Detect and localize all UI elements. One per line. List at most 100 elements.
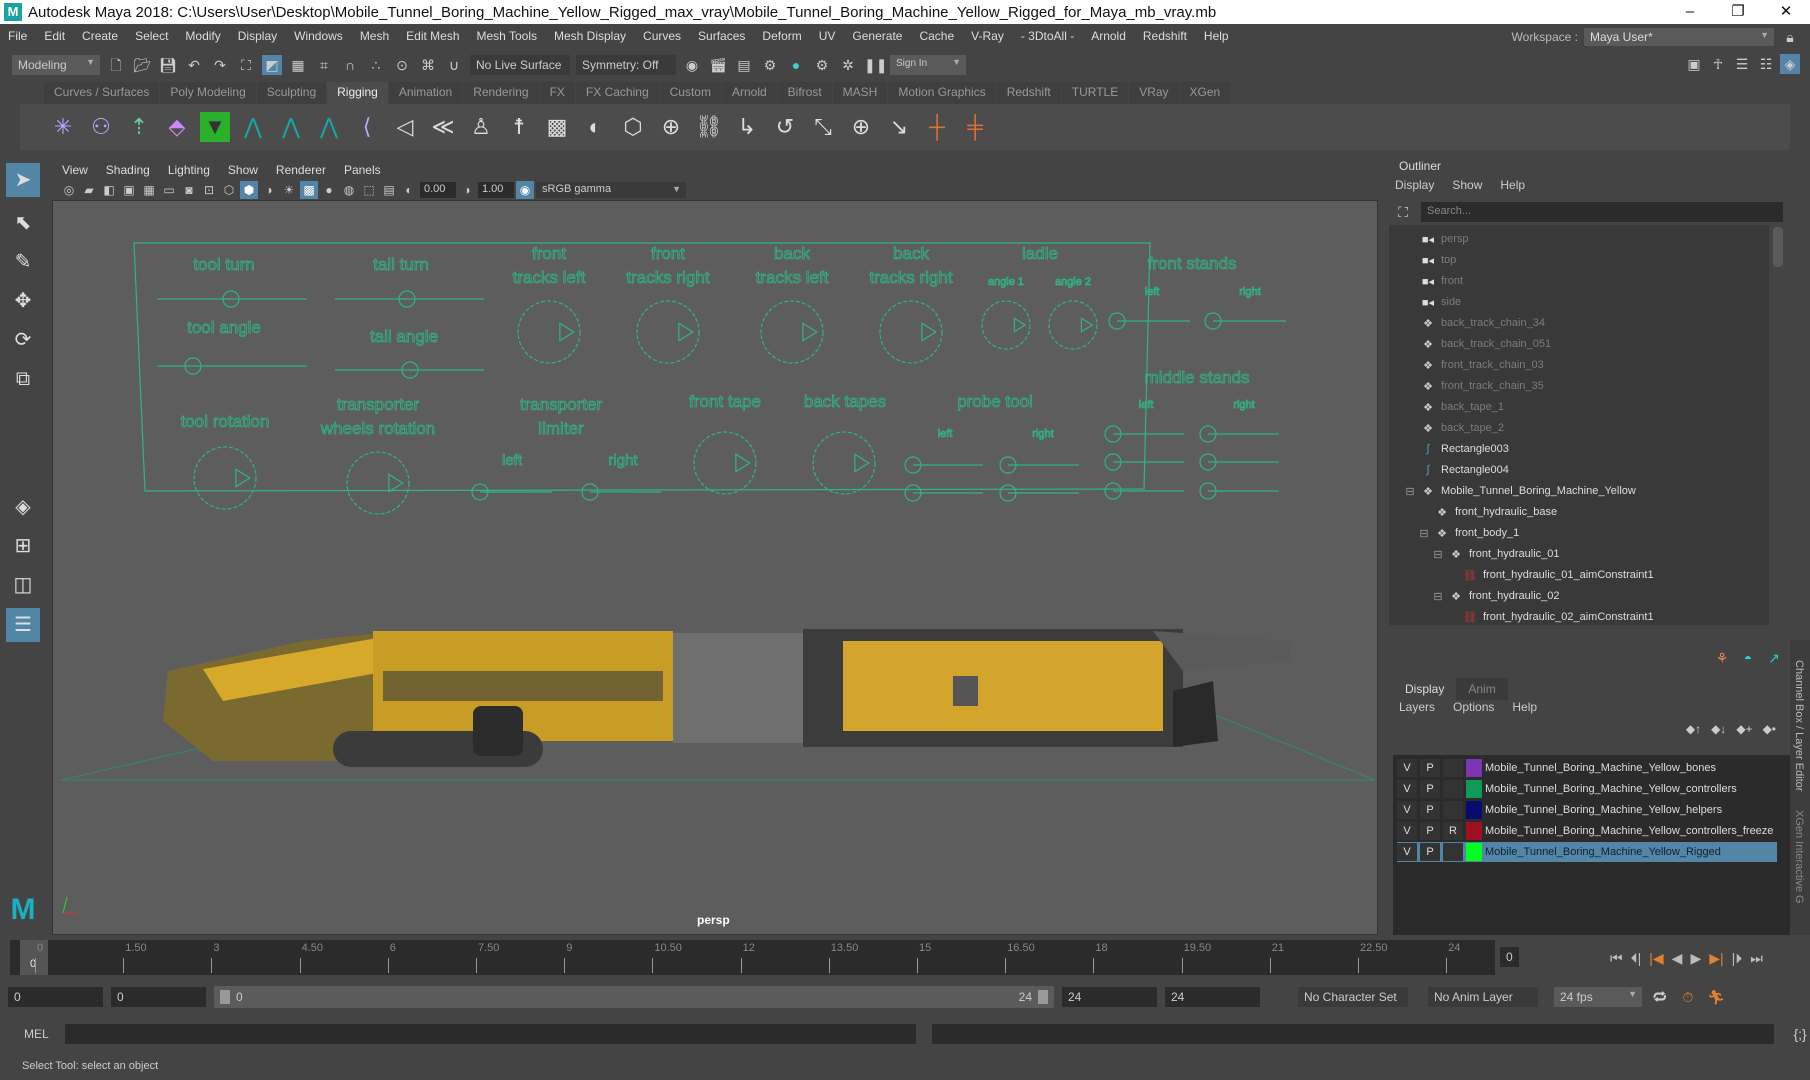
outliner-item[interactable]: ∫ Rectangle004 bbox=[1419, 460, 1508, 480]
time-slider[interactable]: 0 0 1.50 3 4.50 6 7.50 9 10.50 12 13.50 15 16.50 18 1… bbox=[10, 940, 1495, 975]
go-to-start-icon[interactable]: ⏮ bbox=[1610, 950, 1623, 967]
bookmark-icon[interactable]: ◧ bbox=[100, 181, 118, 199]
outliner-layout-icon[interactable]: ☰ bbox=[6, 608, 40, 642]
outliner-item[interactable]: ⊟ ❖ Mobile_Tunnel_Boring_Machine_Yellow bbox=[1405, 481, 1635, 501]
resolution-gate-icon[interactable]: ◙ bbox=[180, 181, 198, 199]
aim-constraint-icon[interactable]: ⊕ bbox=[846, 112, 876, 142]
rotation-dial-control[interactable] bbox=[346, 451, 410, 515]
current-frame-field[interactable]: 0 bbox=[1500, 947, 1519, 967]
scene-start-field[interactable]: 0 bbox=[8, 987, 103, 1007]
snap-surface-icon[interactable]: ⌘ bbox=[418, 55, 438, 75]
range-end-handle[interactable] bbox=[1038, 990, 1048, 1004]
humanik-icon[interactable]: ♙ bbox=[466, 112, 496, 142]
light-editor-icon[interactable]: ✲ bbox=[838, 55, 858, 75]
mel-input[interactable] bbox=[64, 1024, 917, 1044]
lock-icon[interactable]: 🔒︎ bbox=[1780, 27, 1800, 47]
gamma-field[interactable]: 1.00 bbox=[478, 182, 514, 198]
shelf-tab-fx[interactable]: FX bbox=[539, 82, 575, 104]
layer-color-swatch[interactable] bbox=[1466, 759, 1482, 777]
playback-toggle[interactable]: P bbox=[1420, 780, 1440, 798]
rotation-dial-control[interactable] bbox=[879, 300, 943, 364]
layer-menu-help[interactable]: Help bbox=[1512, 700, 1537, 714]
layer-tab-anim[interactable]: Anim bbox=[1456, 678, 1508, 700]
outliner-item[interactable]: ■◂ persp bbox=[1419, 229, 1469, 249]
outliner-menu-help[interactable]: Help bbox=[1500, 178, 1525, 192]
xgen-interactive-tab[interactable]: XGen Interactive G bbox=[1793, 810, 1805, 904]
channel-box-layer-editor-tab[interactable]: Channel Box / Layer Editor bbox=[1793, 660, 1805, 791]
layer-color-swatch[interactable] bbox=[1466, 822, 1482, 840]
menu-file[interactable]: File bbox=[8, 29, 27, 43]
grid-icon[interactable]: ▦ bbox=[140, 181, 158, 199]
ik-spline-icon[interactable]: ⟨ bbox=[352, 112, 382, 142]
snap-point-icon[interactable]: ∴ bbox=[366, 55, 386, 75]
layer-menu-layers[interactable]: Layers bbox=[1399, 700, 1435, 714]
channel-box-icon[interactable]: ◈ bbox=[1780, 54, 1800, 74]
outliner-item[interactable]: ⛓ front_hydraulic_01_aimConstraint1 bbox=[1461, 565, 1654, 585]
animation-preferences-icon[interactable]: 🏃︎ bbox=[1706, 987, 1726, 1007]
fps-dropdown[interactable]: 24 fps bbox=[1554, 987, 1642, 1007]
anim-layer-dropdown[interactable]: No Anim Layer bbox=[1428, 987, 1538, 1007]
shelf-tab-arnold[interactable]: Arnold bbox=[721, 82, 777, 104]
outliner-item[interactable]: ⊟ ❖ front_hydraulic_01 bbox=[1433, 544, 1559, 564]
select-component-icon[interactable]: ▦ bbox=[288, 55, 308, 75]
menu-set-dropdown[interactable]: Modeling bbox=[12, 55, 100, 75]
snap-curve-icon[interactable]: ∩ bbox=[340, 55, 360, 75]
playback-toggle[interactable]: P bbox=[1420, 843, 1440, 861]
step-forward-icon[interactable]: |⏵ bbox=[1732, 950, 1743, 967]
xray-icon[interactable]: ▩ bbox=[300, 181, 318, 199]
point-constraint-icon[interactable]: ↳ bbox=[732, 112, 762, 142]
menu-generate[interactable]: Generate bbox=[852, 29, 902, 43]
tool-settings-toggle-icon[interactable]: ↗ bbox=[1764, 648, 1784, 668]
outliner-item[interactable]: ❖ front_track_chain_35 bbox=[1419, 376, 1544, 396]
menu-v-ray[interactable]: V-Ray bbox=[971, 29, 1004, 43]
shelf-tab-fx-caching[interactable]: FX Caching bbox=[575, 82, 659, 104]
visibility-toggle[interactable]: V bbox=[1397, 843, 1417, 861]
outliner-item[interactable]: ❖ back_track_chain_34 bbox=[1419, 313, 1545, 333]
outliner-item[interactable]: ❖ back_track_chain_051 bbox=[1419, 334, 1551, 354]
menu-mesh-display[interactable]: Mesh Display bbox=[554, 29, 626, 43]
menu-surfaces[interactable]: Surfaces bbox=[698, 29, 745, 43]
shelf-tab-poly-modeling[interactable]: Poly Modeling bbox=[160, 82, 256, 104]
menu-help[interactable]: Help bbox=[1204, 29, 1229, 43]
display-type-toggle[interactable] bbox=[1443, 780, 1463, 798]
display-type-toggle[interactable] bbox=[1443, 843, 1463, 861]
rotation-dial-control[interactable] bbox=[636, 300, 700, 364]
viewport-menu-view[interactable]: View bbox=[62, 163, 88, 177]
orient-joint-icon[interactable]: ≪ bbox=[428, 112, 458, 142]
character-set-dropdown[interactable]: No Character Set bbox=[1298, 987, 1408, 1007]
wrap-icon[interactable]: ⋀ bbox=[314, 112, 344, 142]
outliner-search-input[interactable]: Search... bbox=[1421, 202, 1783, 222]
undo-icon[interactable]: ↶ bbox=[184, 55, 204, 75]
snap-magnet-icon[interactable]: ∪ bbox=[444, 55, 464, 75]
modeling-toolkit-icon[interactable]: ▣ bbox=[1684, 54, 1704, 74]
rotation-dial-control[interactable] bbox=[1048, 300, 1098, 350]
custom-tool-2-icon[interactable]: ╪ bbox=[960, 112, 990, 142]
ik-handle-icon[interactable]: ⇡ bbox=[124, 112, 154, 142]
visibility-toggle[interactable]: V bbox=[1397, 822, 1417, 840]
parent-constraint-icon[interactable]: ⛓ bbox=[694, 112, 724, 142]
menu-curves[interactable]: Curves bbox=[643, 29, 681, 43]
rotation-dial-control[interactable] bbox=[193, 446, 257, 510]
select-camera-icon[interactable]: ◎ bbox=[60, 181, 78, 199]
viewport-menu-lighting[interactable]: Lighting bbox=[168, 163, 210, 177]
joint-tool-icon[interactable]: ✳ bbox=[48, 112, 78, 142]
snap-view-icon[interactable]: ⊙ bbox=[392, 55, 412, 75]
menu-mesh-tools[interactable]: Mesh Tools bbox=[477, 29, 537, 43]
outliner-item[interactable]: ⊟ ❖ front_body_1 bbox=[1419, 523, 1519, 543]
menu-windows[interactable]: Windows bbox=[294, 29, 343, 43]
layer-color-swatch[interactable] bbox=[1466, 801, 1482, 819]
shelf-tab-bifrost[interactable]: Bifrost bbox=[777, 82, 832, 104]
blendshape-icon[interactable]: ⋀ bbox=[238, 112, 268, 142]
layer-row[interactable]: V P Mobile_Tunnel_Boring_Machine_Yellow_Ri… bbox=[1397, 842, 1777, 862]
safe-action-icon[interactable]: ⊡ bbox=[200, 181, 218, 199]
display-type-toggle[interactable] bbox=[1443, 801, 1463, 819]
collapse-toggle-icon[interactable]: ⊟ bbox=[1429, 590, 1447, 603]
outliner-item[interactable]: ■◂ top bbox=[1419, 250, 1456, 270]
shelf-tab-vray[interactable]: VRay bbox=[1129, 82, 1179, 104]
paint-weights-icon[interactable]: ▩ bbox=[542, 112, 572, 142]
close-button[interactable]: ✕ bbox=[1762, 0, 1810, 24]
collapse-toggle-icon[interactable]: ⊟ bbox=[1415, 527, 1433, 540]
select-tool-icon[interactable]: ➤ bbox=[6, 163, 40, 197]
color-space-dropdown[interactable]: sRGB gamma bbox=[536, 182, 686, 198]
script-editor-icon[interactable]: {;} bbox=[1790, 1024, 1810, 1044]
